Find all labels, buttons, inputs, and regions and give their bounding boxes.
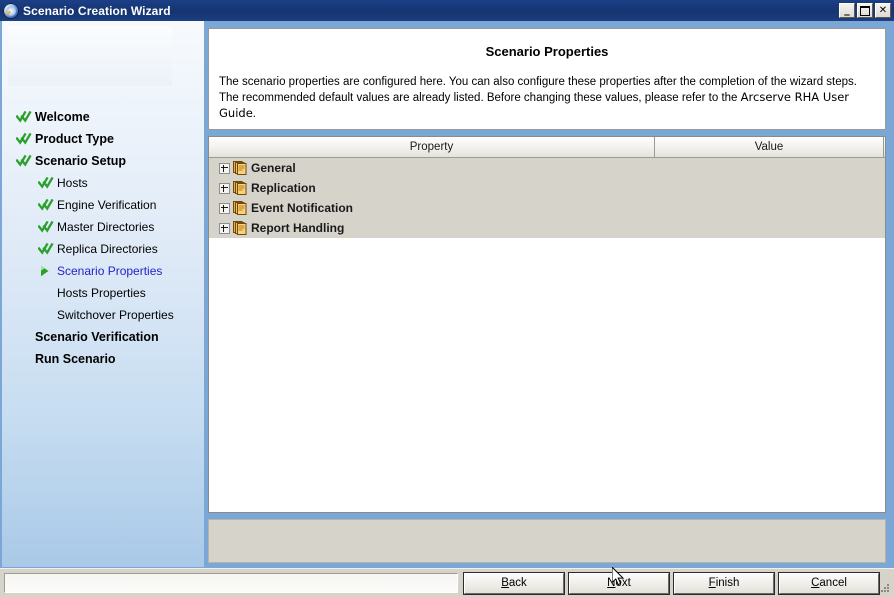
column-header-property[interactable]: Property — [209, 137, 655, 157]
step-complete-check-icon — [38, 221, 54, 233]
step-complete-check-icon — [38, 243, 54, 255]
properties-tree-panel[interactable]: Property Value General Replication Event N… — [208, 136, 886, 513]
tree-rows: General Replication Event Notification Repo… — [209, 158, 885, 238]
expand-plus-icon[interactable] — [219, 182, 230, 194]
sidebar-item-label: Hosts — [57, 176, 88, 190]
sidebar-item-scenario-verification[interactable]: Scenario Verification — [2, 326, 204, 348]
sidebar-item-scenario-setup[interactable]: Scenario Setup — [2, 150, 204, 172]
content-footer-panel — [208, 519, 886, 563]
wizard-steps-sidebar: Welcome Product Type Scenario Setup Hosts En… — [2, 21, 204, 567]
sidebar-item-label: Scenario Setup — [35, 154, 126, 168]
arcserve-globe-icon — [3, 2, 19, 19]
minimize-icon: _ — [844, 3, 850, 16]
sidebar-item-label: Scenario Properties — [57, 264, 163, 278]
documents-stack-icon — [233, 161, 248, 175]
sidebar-item-label: Hosts Properties — [57, 286, 146, 300]
step-current-arrow-icon — [38, 265, 54, 277]
sidebar-item-welcome[interactable]: Welcome — [2, 106, 204, 128]
sidebar-item-run-scenario[interactable]: Run Scenario — [2, 348, 204, 370]
sidebar-item-engine-verification[interactable]: Engine Verification — [2, 194, 204, 216]
wizard-button-row: Back Next Finish Cancel — [464, 572, 882, 594]
status-field — [4, 573, 458, 593]
tree-row[interactable]: Replication — [209, 178, 885, 198]
sidebar-item-hosts[interactable]: Hosts — [2, 172, 204, 194]
window-title: Scenario Creation Wizard — [23, 3, 171, 18]
close-button[interactable]: ✕ — [875, 3, 891, 18]
documents-stack-icon — [233, 201, 248, 215]
title-bar[interactable]: Scenario Creation Wizard _ ✕ — [0, 0, 894, 21]
sidebar-item-label: Switchover Properties — [57, 308, 174, 322]
description-line-2-pre: The recommended default values are alrea… — [219, 92, 741, 104]
resize-grip[interactable] — [879, 582, 891, 594]
description-line-2: The recommended default values are alrea… — [219, 90, 885, 122]
sidebar-item-switchover-properties[interactable]: Switchover Properties — [2, 304, 204, 326]
sidebar-item-label: Product Type — [35, 132, 114, 146]
maximize-icon — [858, 4, 872, 17]
bottom-bar: Back Next Finish Cancel — [0, 568, 894, 597]
sidebar-item-label: Scenario Verification — [35, 330, 159, 344]
step-complete-check-icon — [38, 199, 54, 211]
step-complete-check-icon — [16, 111, 32, 123]
sidebar-item-scenario-properties[interactable]: Scenario Properties — [2, 260, 204, 282]
maximize-button[interactable] — [857, 3, 873, 18]
close-icon: ✕ — [878, 4, 888, 16]
sidebar-item-label: Master Directories — [57, 220, 155, 234]
tree-row[interactable]: General — [209, 158, 885, 178]
description-line-2-post: . — [252, 108, 256, 120]
expand-plus-icon[interactable] — [219, 162, 230, 174]
tree-row[interactable]: Event Notification — [209, 198, 885, 218]
step-complete-check-icon — [38, 177, 54, 189]
back-button[interactable]: Back — [464, 572, 564, 594]
sidebar-item-replica-directories[interactable]: Replica Directories — [2, 238, 204, 260]
tree-row-label: Report Handling — [251, 221, 345, 235]
sidebar-item-label: Run Scenario — [35, 352, 116, 366]
expand-plus-icon[interactable] — [219, 222, 230, 234]
main-content: Scenario Properties The scenario propert… — [208, 28, 886, 563]
step-complete-check-icon — [16, 155, 32, 167]
wizard-step-list: Welcome Product Type Scenario Setup Hosts En… — [2, 106, 204, 370]
window-controls: _ ✕ — [839, 3, 891, 18]
expand-plus-icon[interactable] — [219, 202, 230, 214]
minimize-button[interactable]: _ — [839, 3, 855, 18]
cancel-button[interactable]: Cancel — [779, 572, 879, 594]
documents-stack-icon — [233, 181, 248, 195]
tree-row-label: Event Notification — [251, 201, 354, 215]
sidebar-item-product-type[interactable]: Product Type — [2, 128, 204, 150]
documents-stack-icon — [233, 221, 248, 235]
header-panel: Scenario Properties The scenario propert… — [208, 28, 886, 130]
tree-row-label: Replication — [251, 181, 316, 195]
page-title: Scenario Properties — [485, 44, 609, 59]
tree-row[interactable]: Report Handling — [209, 218, 885, 238]
tree-column-headers: Property Value — [209, 137, 885, 158]
description-line-1: The scenario properties are configured h… — [219, 76, 857, 88]
sidebar-item-label: Welcome — [35, 110, 90, 124]
sidebar-item-hosts-properties[interactable]: Hosts Properties — [2, 282, 204, 304]
column-header-value[interactable]: Value — [655, 137, 884, 157]
next-button[interactable]: Next — [569, 572, 669, 594]
page-description: The scenario properties are configured h… — [219, 75, 885, 122]
sidebar-item-label: Replica Directories — [57, 242, 158, 256]
sidebar-item-label: Engine Verification — [57, 198, 157, 212]
wizard-window: Scenario Creation Wizard _ ✕ Welcome Prod… — [0, 0, 894, 597]
sidebar-banner — [8, 26, 172, 86]
tree-row-label: General — [251, 161, 296, 175]
sidebar-item-master-directories[interactable]: Master Directories — [2, 216, 204, 238]
step-complete-check-icon — [16, 133, 32, 145]
finish-button[interactable]: Finish — [674, 572, 774, 594]
